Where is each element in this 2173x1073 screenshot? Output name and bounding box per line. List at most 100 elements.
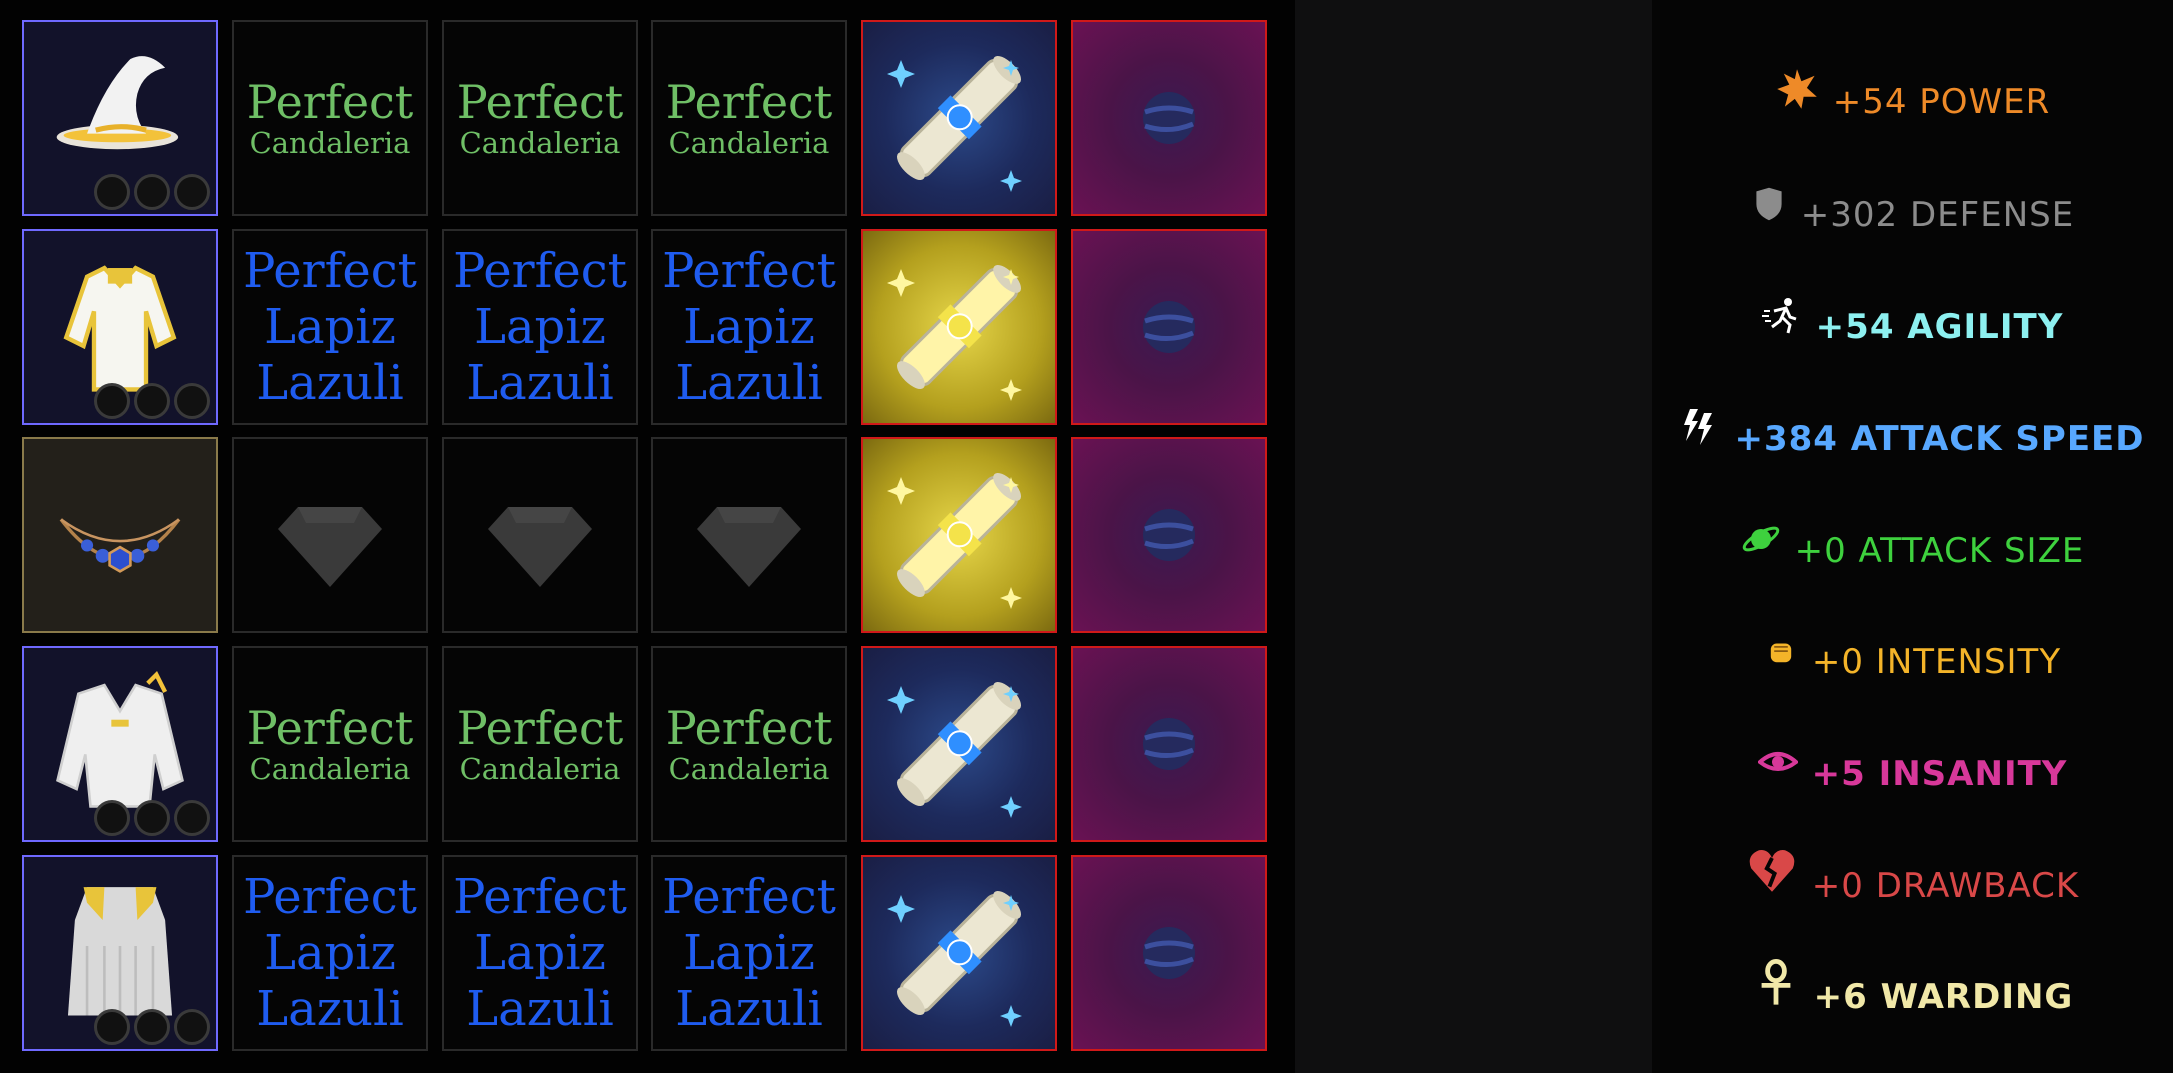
stat-row: +0 ATTACK SIZE <box>1652 521 2173 581</box>
orb-slot[interactable] <box>1071 229 1267 425</box>
gem-name-line: Perfect <box>456 74 624 129</box>
stat-value: +0 DRAWBACK <box>1811 866 2080 906</box>
empty-gem-icon <box>234 439 426 631</box>
socket-row <box>94 174 210 210</box>
equipment-slot-fur-coat[interactable] <box>22 646 218 842</box>
equipment-slot-robe-top[interactable] <box>22 229 218 425</box>
ankh-icon <box>1752 958 1800 1007</box>
orb-slot[interactable] <box>1071 855 1267 1051</box>
gem-name-line: Lapiz <box>264 925 396 981</box>
gem-slot[interactable]: Perfect Lapiz Lazuli <box>442 229 638 425</box>
gem-name-line: Candaleria <box>459 751 621 786</box>
socket-row <box>94 1009 210 1045</box>
gem-name: Perfect Candaleria <box>247 79 414 158</box>
gem-name: Perfect Lapiz Lazuli <box>243 243 417 411</box>
lightning-icon <box>1680 407 1720 447</box>
shield-icon <box>1751 186 1787 222</box>
gem-name-line: Perfect <box>243 869 417 925</box>
gem-name-line: Perfect <box>665 74 833 129</box>
gem-name-line: Perfect <box>662 243 836 299</box>
gem-name-line: Perfect <box>243 243 417 299</box>
gem-slot[interactable]: Perfect Lapiz Lazuli <box>442 855 638 1051</box>
empty-gem-icon <box>653 439 845 631</box>
fist-icon <box>1764 635 1798 669</box>
stat-value: +384 ATTACK SPEED <box>1734 419 2145 459</box>
gem-name: Perfect Lapiz Lazuli <box>662 243 836 411</box>
socket-row <box>94 800 210 836</box>
gem-slot[interactable]: Perfect Candaleria <box>232 646 428 842</box>
gem-name: Perfect Candaleria <box>666 79 833 158</box>
socket-icon <box>134 383 170 419</box>
gem-name-line: Lapiz <box>474 299 606 355</box>
gem-slot[interactable]: Perfect Candaleria <box>232 20 428 216</box>
running-icon <box>1761 295 1802 335</box>
gem-name: Perfect Candaleria <box>666 705 833 784</box>
gem-name-line: Candaleria <box>668 125 830 160</box>
socket-icon <box>174 1009 210 1045</box>
socket-icon <box>94 800 130 836</box>
stat-value: +54 AGILITY <box>1815 307 2064 347</box>
blue-scroll-icon <box>863 22 1055 214</box>
blue-scroll-icon <box>863 857 1055 1049</box>
stat-row: +54 POWER <box>1652 69 2173 132</box>
stat-row: +6 WARDING <box>1652 958 2173 1027</box>
equipment-slot-robe-skirt[interactable] <box>22 855 218 1051</box>
gem-slot[interactable]: Perfect Lapiz Lazuli <box>232 229 428 425</box>
orb-slot[interactable] <box>1071 437 1267 633</box>
gem-slot[interactable]: Perfect Lapiz Lazuli <box>651 229 847 425</box>
socket-row <box>94 383 210 419</box>
scroll-slot[interactable] <box>861 229 1057 425</box>
necklace-icon <box>35 450 205 620</box>
gem-name-line: Candaleria <box>249 125 411 160</box>
gem-slot-empty[interactable] <box>442 437 638 633</box>
stat-value: +302 DEFENSE <box>1800 195 2075 235</box>
stat-row: +5 INSANITY <box>1652 744 2173 804</box>
stat-row: +302 DEFENSE <box>1652 185 2173 245</box>
gem-name-line: Lazuli <box>466 355 614 411</box>
socket-icon <box>174 383 210 419</box>
star-burst-icon <box>1775 67 1819 111</box>
stat-value: +5 INSANITY <box>1811 754 2068 794</box>
orb-icon <box>1073 439 1265 631</box>
scroll-slot[interactable] <box>861 855 1057 1051</box>
scroll-slot[interactable] <box>861 437 1057 633</box>
gem-slot[interactable]: Perfect Candaleria <box>442 646 638 842</box>
stat-value: +0 INTENSITY <box>1811 642 2062 682</box>
gem-name: Perfect Lapiz Lazuli <box>453 243 627 411</box>
stat-row: +0 DRAWBACK <box>1652 849 2173 916</box>
gem-name-line: Perfect <box>456 700 624 755</box>
gem-name-line: Lazuli <box>256 355 404 411</box>
gem-slot[interactable]: Perfect Candaleria <box>442 20 638 216</box>
gem-slot[interactable]: Perfect Lapiz Lazuli <box>651 855 847 1051</box>
eye-icon <box>1756 742 1799 782</box>
gem-name-line: Perfect <box>665 700 833 755</box>
gem-slot-empty[interactable] <box>232 437 428 633</box>
gem-name-line: Candaleria <box>459 125 621 160</box>
divider-panel <box>1295 0 1652 1073</box>
planet-icon <box>1741 519 1781 559</box>
gem-slot-empty[interactable] <box>651 437 847 633</box>
equipment-slot-necklace[interactable] <box>22 437 218 633</box>
gold-scroll-icon <box>863 231 1055 423</box>
gem-name-line: Lazuli <box>675 981 823 1037</box>
gem-name-line: Lapiz <box>683 299 815 355</box>
scroll-slot[interactable] <box>861 20 1057 216</box>
gem-slot[interactable]: Perfect Candaleria <box>651 646 847 842</box>
socket-icon <box>134 1009 170 1045</box>
orb-slot[interactable] <box>1071 646 1267 842</box>
gem-name-line: Lazuli <box>675 355 823 411</box>
scroll-slot[interactable] <box>861 646 1057 842</box>
gem-name-line: Lapiz <box>264 299 396 355</box>
equipment-slot-wizard-hat[interactable] <box>22 20 218 216</box>
gem-slot[interactable]: Perfect Lapiz Lazuli <box>232 855 428 1051</box>
broken-heart-icon <box>1746 845 1798 897</box>
gem-slot[interactable]: Perfect Candaleria <box>651 20 847 216</box>
gem-name: Perfect Lapiz Lazuli <box>662 869 836 1037</box>
stat-value: +0 ATTACK SIZE <box>1794 531 2085 571</box>
orb-icon <box>1073 22 1265 214</box>
gem-name-line: Lapiz <box>474 925 606 981</box>
socket-icon <box>174 174 210 210</box>
socket-icon <box>134 800 170 836</box>
gem-name-line: Candaleria <box>668 751 830 786</box>
orb-slot[interactable] <box>1071 20 1267 216</box>
